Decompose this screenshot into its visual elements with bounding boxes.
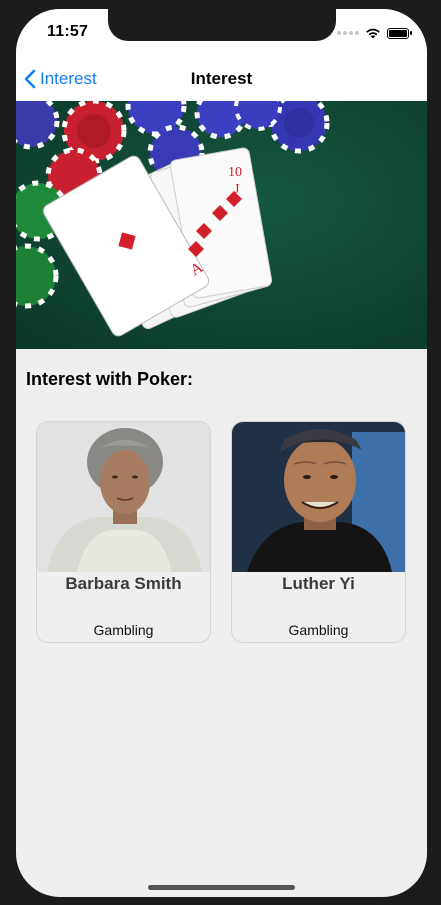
person-interest: Gambling — [288, 622, 349, 638]
signal-icon — [337, 31, 359, 35]
back-button[interactable]: Interest — [24, 57, 97, 101]
battery-icon — [387, 27, 412, 39]
person-card[interactable]: Barbara Smith Gambling — [36, 421, 211, 643]
status-icons — [337, 26, 412, 40]
home-indicator[interactable] — [148, 885, 295, 890]
device-notch — [108, 9, 336, 41]
svg-text:10: 10 — [228, 165, 242, 180]
navigation-bar: Interest Interest — [16, 57, 427, 101]
section-title: Interest with Poker: — [26, 369, 194, 389]
person-name: Luther Yi — [282, 574, 355, 593]
app-screen: 11:57 Interest Interest A 10 J Interest … — [16, 9, 427, 897]
back-button-label: Interest — [40, 69, 97, 88]
person-interest: Gambling — [93, 622, 154, 638]
status-time: 11:57 — [47, 23, 89, 40]
person-photo — [37, 422, 210, 572]
chevron-left-icon — [24, 69, 36, 89]
wifi-icon — [366, 28, 380, 39]
person-photo — [232, 422, 405, 572]
poker-hero-image: A 10 J — [16, 101, 427, 349]
device-frame: 11:57 Interest Interest A 10 J Interest … — [0, 0, 441, 905]
person-card[interactable]: Luther Yi Gambling — [231, 421, 406, 643]
person-name: Barbara Smith — [65, 574, 182, 593]
